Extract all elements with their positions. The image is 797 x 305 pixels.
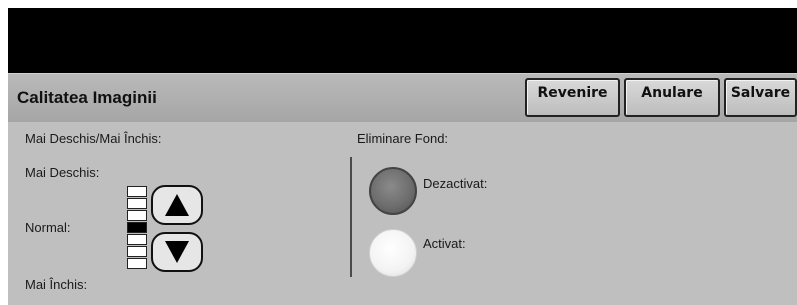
save-button[interactable]: Salvare [724, 78, 797, 117]
top-black-bar [8, 8, 797, 73]
normal-label: Normal: [25, 220, 71, 235]
radio-off[interactable] [369, 167, 417, 215]
lighten-darken-label: Mai Deschis/Mai Închis: [25, 131, 162, 146]
revert-button[interactable]: Revenire [525, 78, 620, 117]
off-label: Dezactivat: [423, 176, 488, 191]
page-title: Calitatea Imaginii [17, 88, 157, 107]
level-segment [127, 210, 147, 221]
level-segment [127, 246, 147, 257]
darker-down-button[interactable] [151, 232, 203, 272]
darker-label: Mai Închis: [25, 277, 88, 292]
level-segment [127, 186, 147, 197]
lighter-label: Mai Deschis: [25, 165, 100, 180]
on-label: Activat: [423, 236, 466, 251]
cancel-button[interactable]: Anulare [624, 78, 720, 117]
level-segment-selected [127, 222, 147, 233]
triangle-down-icon [165, 241, 189, 263]
triangle-up-icon [165, 194, 189, 216]
radio-on[interactable] [369, 229, 417, 277]
level-segment [127, 234, 147, 245]
section-divider [350, 157, 352, 277]
screen: Calitatea Imaginii Revenire Anulare Salv… [0, 0, 797, 305]
darkness-level-scale [127, 186, 147, 270]
background-suppression-label: Eliminare Fond: [357, 131, 449, 146]
level-segment [127, 258, 147, 269]
lighter-up-button[interactable] [151, 185, 203, 225]
level-segment [127, 198, 147, 209]
